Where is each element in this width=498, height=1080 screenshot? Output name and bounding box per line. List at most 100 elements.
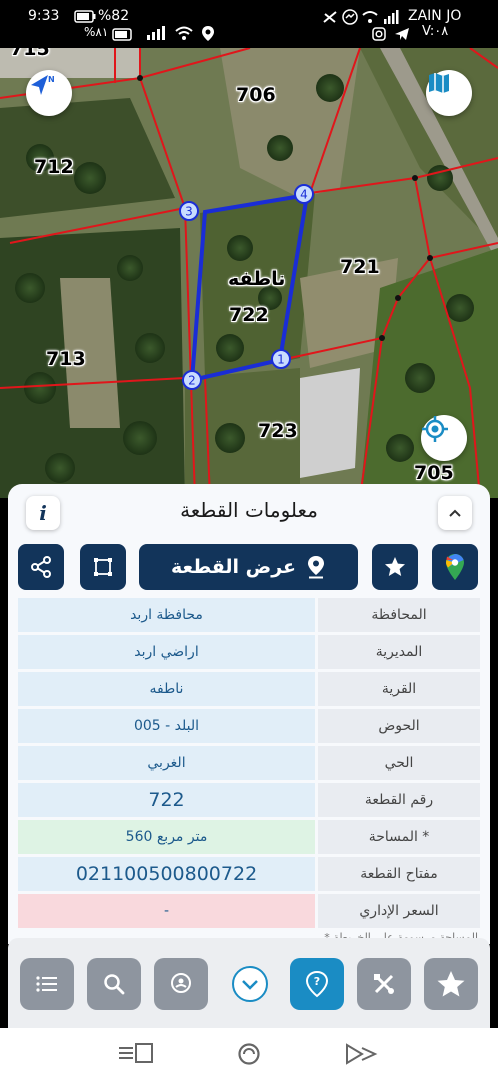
plot-label-705[interactable]: 705 [414,462,454,484]
google-maps-button[interactable] [432,544,478,590]
search-icon [104,974,125,995]
plot-village-label: ناطفه [228,268,286,290]
detail-row-village: ناطفه القرية [18,672,480,706]
show-plot-button[interactable]: عرض القطعة [139,544,358,590]
favorites-button[interactable] [424,958,478,1010]
tools-button[interactable] [357,958,411,1010]
vertex-3-label: 3 [185,205,193,219]
signal-icon [147,26,165,40]
detail-row-directorate: اراضي اربد المديرية [18,635,480,669]
district-label: الحي [318,746,480,780]
chevron-up-icon [449,509,461,517]
polygon-select-icon [94,558,112,576]
location-pin-icon [171,973,191,993]
plot-info-panel: i معلومات القطعة عرض القطعة محافظة اربد … [8,484,490,944]
vertex-2-label: 2 [188,374,196,388]
detail-row-admin-price: - السعر الإداري [18,894,480,928]
vertex-4[interactable]: 4 [293,183,315,205]
plot-label-722[interactable]: 722 [229,304,269,326]
plot-label-721[interactable]: 721 [340,256,380,278]
location-search-button[interactable] [154,958,208,1010]
toggle-panel-button[interactable] [222,958,278,1010]
vertex-1[interactable]: 1 [270,348,292,370]
svg-text:N: N [48,75,55,84]
governorate-label: المحافظة [318,598,480,632]
recent-apps-icon[interactable] [118,1042,154,1064]
directorate-value: اراضي اربد [18,635,315,669]
village-value: ناطفه [18,672,315,706]
instagram-icon [372,27,386,41]
vertex-1-label: 1 [277,353,285,367]
google-maps-icon [446,554,464,580]
detail-row-area: 560 متر مربع المساحة * [18,820,480,854]
mute-icon [323,11,337,23]
map-pin-icon [308,556,325,579]
plot-details-table: محافظة اربد المحافظة اراضي اربد المديرية… [18,598,480,931]
plot-key-label: مفتاح القطعة [318,857,480,891]
plot-key-value: 021100500800722 [18,857,315,891]
village-label: القرية [318,672,480,706]
directorate-label: المديرية [318,635,480,669]
admin-price-value: - [18,894,315,928]
detail-row-plot-key: 021100500800722 مفتاح القطعة [18,857,480,891]
network-status-icon [362,10,399,24]
compass-icon: N [31,75,55,95]
status-time: 9:33 [28,8,60,24]
battery-percent: %82 [98,8,130,24]
governorate-value: محافظة اربد [18,598,315,632]
carrier-name: ZAIN JO [408,8,462,24]
list-icon [36,976,57,992]
area-label: المساحة * [318,820,480,854]
basin-value: البلد - 005 [18,709,315,743]
map-layers-button[interactable] [426,70,472,116]
area-value: 560 متر مربع [18,820,315,854]
tools-icon [374,974,394,994]
locate-me-button[interactable] [421,415,467,461]
plot-label-723[interactable]: 723 [258,420,298,442]
panel-title: معلومات القطعة [180,498,318,522]
battery-icon [74,10,96,23]
messenger-icon [342,9,358,25]
favorite-button[interactable] [372,544,418,590]
vertex-2[interactable]: 2 [181,369,203,391]
home-icon[interactable] [237,1042,261,1066]
draw-area-button[interactable] [80,544,126,590]
share-icon [31,556,51,578]
wifi-icon [175,26,193,40]
plot-label-715[interactable]: 715 [10,48,50,60]
battery-icon [112,28,132,41]
help-pin-icon: ? [305,970,329,998]
battery-percent-secondary: %٨١ [84,25,109,39]
plot-number-label: رقم القطعة [318,783,480,817]
help-button[interactable]: ? [290,958,344,1010]
bottom-toolbar: ? [8,938,490,1028]
chevron-down-icon [232,966,268,1002]
search-button[interactable] [87,958,141,1010]
star-icon [385,557,405,576]
back-icon[interactable] [344,1042,378,1066]
satellite-map[interactable]: 1 2 3 4 706 712 721 ناطفه 722 713 723 70… [0,48,498,498]
vertex-3[interactable]: 3 [178,200,200,222]
basin-label: الحوض [318,709,480,743]
detail-row-district: الغربي الحي [18,746,480,780]
detail-row-plot-number: 722 رقم القطعة [18,783,480,817]
svg-text:?: ? [314,975,320,988]
system-nav-bar [0,1028,498,1080]
detail-row-governorate: محافظة اربد المحافظة [18,598,480,632]
plot-label-712[interactable]: 712 [34,156,74,178]
show-plot-label: عرض القطعة [170,556,297,578]
district-value: الغربي [18,746,315,780]
plot-number-value: 722 [18,783,315,817]
plot-label-713[interactable]: 713 [46,348,86,370]
telegram-icon [395,28,409,40]
plot-label-706[interactable]: 706 [236,84,276,106]
compass-button[interactable]: N [26,70,72,116]
share-button[interactable] [18,544,64,590]
collapse-panel-button[interactable] [438,496,472,530]
list-menu-button[interactable] [20,958,74,1010]
status-secondary-time: V:٠٨ [422,24,449,39]
locate-icon [422,416,448,442]
admin-price-label: السعر الإداري [318,894,480,928]
map-layers-icon [429,73,449,93]
detail-row-basin: البلد - 005 الحوض [18,709,480,743]
